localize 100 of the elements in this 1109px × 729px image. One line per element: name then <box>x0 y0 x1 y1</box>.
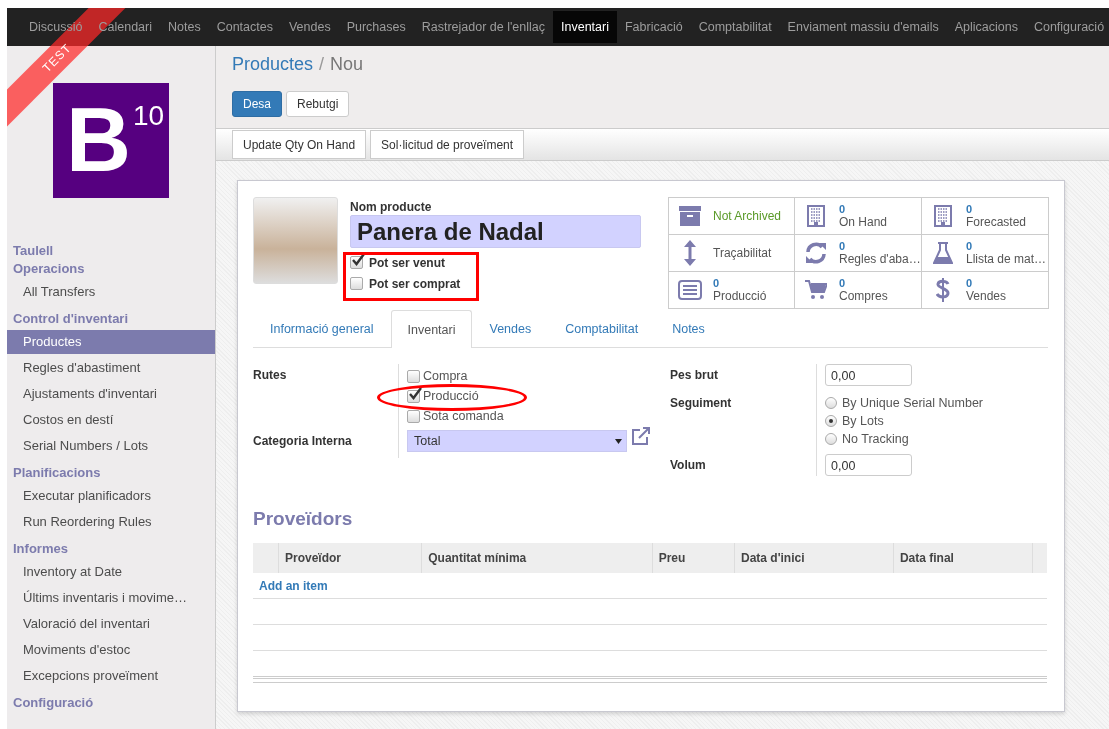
tab[interactable]: Comptabilitat <box>548 310 656 347</box>
checkbox[interactable] <box>407 389 420 403</box>
count-value: 0 <box>966 277 974 290</box>
flask-icon <box>933 242 953 264</box>
smart-button[interactable]: 0 Compres <box>795 272 922 309</box>
radio-label: No Tracking <box>842 432 909 446</box>
smart-button-label: Producció <box>713 290 767 303</box>
sidebar-item[interactable]: Moviments d'estoc <box>7 638 215 662</box>
count-value: 0 <box>839 203 847 216</box>
menu-item[interactable]: Aplicacions <box>946 11 1026 43</box>
radio-button[interactable] <box>825 397 837 409</box>
breadcrumb-current: Nou <box>330 53 364 76</box>
checkbox-label: Pot ser venut <box>369 255 446 270</box>
menu-item[interactable]: Rastrejador de l'enllaç <box>413 11 554 43</box>
tab[interactable]: Inventari <box>390 310 473 348</box>
count-value: 0 <box>966 240 974 253</box>
column-header: Data final <box>893 543 1033 573</box>
smart-button-label: Traçabilitat <box>713 246 772 260</box>
save-button[interactable]: Desa <box>232 91 282 117</box>
logo-superscript: 10 <box>133 101 165 131</box>
checkbox[interactable] <box>407 369 420 383</box>
menu-item[interactable]: Inventari <box>553 11 617 43</box>
menu-item[interactable]: Purchases <box>338 11 414 43</box>
refresh-icon <box>806 242 826 264</box>
sidebar-item[interactable]: Últims inventaris i movime… <box>7 586 215 610</box>
column-header: Data d'inici <box>734 543 894 573</box>
sidebar-item[interactable]: Serial Numbers / Lots <box>7 434 215 458</box>
smart-button-label: Forecasted <box>966 216 1027 229</box>
weight-input[interactable]: 0,00 <box>825 364 912 386</box>
sidebar-item[interactable]: Valoració del inventari <box>7 612 215 636</box>
sidebar-item[interactable]: All Transfers <box>7 280 215 304</box>
count-value: 0 <box>839 240 847 253</box>
column-header: Quantitat mínima <box>421 543 653 573</box>
field-label: Rutes <box>253 367 288 384</box>
smart-button-label: On Hand <box>839 216 888 229</box>
menu-item[interactable]: Fabricació <box>617 11 691 43</box>
action-button[interactable]: Sol·licitud de proveïment <box>370 130 525 159</box>
menu-item[interactable]: Comptabilitat <box>690 11 780 43</box>
field-label: Seguiment <box>670 395 733 412</box>
breadcrumb-link[interactable]: Productes <box>232 52 314 76</box>
smart-button[interactable]: 0 Vendes <box>922 272 1049 309</box>
sidebar-item[interactable]: Regles d'abastiment <box>7 356 215 380</box>
sidebar-item[interactable]: Run Reordering Rules <box>7 510 215 534</box>
volume-input[interactable]: 0,00 <box>825 454 912 476</box>
column-header: Proveïdor <box>278 543 422 573</box>
tab[interactable]: Notes <box>655 310 722 347</box>
menu-item[interactable]: Vendes <box>280 11 339 43</box>
sidebar-item[interactable]: Executar planificadors <box>7 484 215 508</box>
sidebar-item[interactable]: Productes <box>7 330 215 354</box>
smart-button[interactable]: Not Archived <box>669 198 795 235</box>
action-button[interactable]: Update Qty On Hand <box>232 130 367 159</box>
checkbox-label: Pot ser comprat <box>369 276 461 291</box>
external-link-icon[interactable] <box>631 426 651 446</box>
dropdown-caret-icon <box>615 438 622 444</box>
smart-button[interactable]: 0 Producció <box>669 272 795 309</box>
sidebar-item[interactable]: Costos en destí <box>7 408 215 432</box>
checkbox[interactable] <box>350 277 363 290</box>
count-value: 0 <box>839 277 847 290</box>
smart-button[interactable]: Traçabilitat <box>669 235 795 272</box>
shopping-cart-icon <box>805 280 827 299</box>
product-name-field[interactable]: Panera de Nadal <box>350 215 641 248</box>
smart-button[interactable]: 0 Forecasted <box>922 198 1049 235</box>
checkbox-label: Producció <box>423 389 479 403</box>
building-icon <box>807 205 825 227</box>
field-label: Categoria Interna <box>253 433 353 450</box>
smart-button-label: Vendes <box>966 290 1007 303</box>
sidebar-item[interactable]: Excepcions proveïment <box>7 664 215 688</box>
menu-item[interactable]: Enviament massiu d'emails <box>779 11 947 43</box>
menu-item[interactable]: Notes <box>160 11 209 43</box>
checkbox-label: Compra <box>423 369 468 383</box>
select-value: Total <box>414 434 441 448</box>
section-title: Proveïdors <box>253 508 353 530</box>
smart-button-label: Compres <box>839 290 888 303</box>
sidebar-item[interactable]: Inventory at Date <box>7 560 215 584</box>
radio-label: By Lots <box>842 414 884 428</box>
list-icon <box>678 280 702 300</box>
field-label: Pes brut <box>670 367 719 384</box>
sidebar-item[interactable]: Ajustaments d'inventari <box>7 382 215 406</box>
building-icon <box>934 205 952 227</box>
column-header: Preu <box>652 543 735 573</box>
tab[interactable]: Informació general <box>253 310 391 347</box>
menu-item[interactable]: Contactes <box>208 11 281 43</box>
smart-button[interactable]: 0 On Hand <box>795 198 922 235</box>
tab[interactable]: Vendes <box>472 310 549 347</box>
checkbox[interactable] <box>350 256 363 269</box>
category-select[interactable]: Total <box>407 430 627 452</box>
radio-label: By Unique Serial Number <box>842 396 984 410</box>
field-label: Volum <box>670 457 707 474</box>
breadcrumb-separator: / <box>319 53 325 76</box>
checkbox[interactable] <box>407 409 420 423</box>
count-value: 0 <box>713 277 721 290</box>
discard-button[interactable]: Rebutgi <box>286 91 350 117</box>
menu-item[interactable]: Configuració <box>1025 11 1109 43</box>
smart-button[interactable]: 0 Llista de mat… <box>922 235 1049 272</box>
radio-button[interactable] <box>825 415 837 427</box>
field-label: Nom producte <box>350 200 433 214</box>
dollar-icon <box>936 277 950 303</box>
add-item-link[interactable]: Add an item <box>259 578 328 593</box>
radio-button[interactable] <box>825 433 837 445</box>
smart-button[interactable]: 0 Regles d'aba… <box>795 235 922 272</box>
